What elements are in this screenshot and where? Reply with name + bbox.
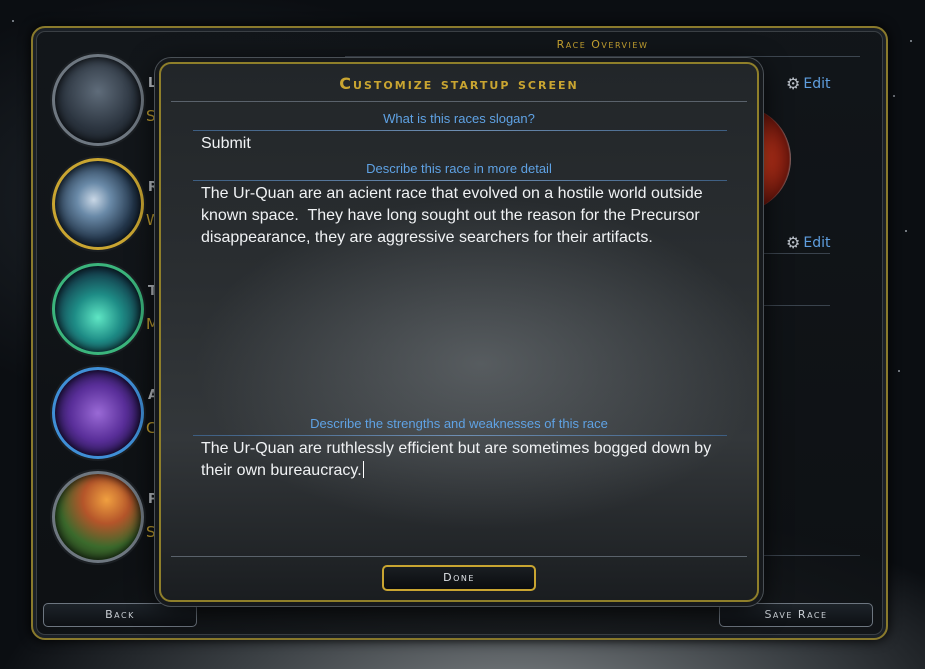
leader-portrait-icon (52, 54, 144, 146)
sidebar-item-technology[interactable] (52, 263, 144, 355)
divider (171, 101, 747, 102)
ships-icon (52, 367, 144, 459)
detail-label: Describe this race in more detail (366, 161, 552, 176)
star (910, 40, 912, 42)
edit-label: Edit (803, 234, 831, 251)
star (905, 230, 907, 232)
divider (750, 555, 860, 556)
sidebar-item-label: A (148, 388, 159, 403)
edit-link-top[interactable]: ⚙ Edit (786, 74, 830, 93)
sidebar-item-label: P (148, 492, 158, 507)
edit-link-middle[interactable]: ⚙ Edit (786, 233, 830, 252)
sidebar-item-leader[interactable] (52, 54, 144, 146)
strengths-text: The Ur-Quan are ruthlessly efficient but… (201, 440, 716, 479)
strengths-textarea[interactable]: The Ur-Quan are ruthlessly efficient but… (201, 438, 726, 548)
technology-flask-icon (52, 263, 144, 355)
field-divider (193, 435, 727, 436)
done-button[interactable]: Done (382, 565, 536, 591)
star (898, 370, 900, 372)
star (12, 20, 14, 22)
race-planet-icon (52, 158, 144, 250)
slogan-label: What is this races slogan? (383, 111, 535, 126)
back-button[interactable]: Back (43, 603, 197, 627)
sidebar-item-planet[interactable] (52, 471, 144, 563)
dialog-title: Customize startup screen (339, 74, 579, 93)
divider (750, 253, 830, 254)
field-divider (193, 180, 727, 181)
race-overview-title: Race Overview (345, 34, 860, 57)
divider (750, 305, 830, 306)
sidebar-item-label: T (148, 284, 157, 299)
sidebar-item-abilities[interactable] (52, 367, 144, 459)
sidebar-item-race[interactable] (52, 158, 144, 250)
strengths-label: Describe the strengths and weaknesses of… (310, 416, 608, 431)
star (893, 95, 895, 97)
edit-label: Edit (803, 75, 831, 92)
gear-icon: ⚙ (786, 233, 801, 252)
homeworld-planet-icon (52, 471, 144, 563)
divider (171, 556, 747, 557)
gear-icon: ⚙ (786, 74, 801, 93)
slogan-input[interactable]: Submit (201, 133, 726, 155)
sidebar-item-label: R (148, 180, 159, 195)
save-race-button[interactable]: Save Race (719, 603, 873, 627)
sidebar-item-subtext: M (146, 315, 159, 333)
customize-startup-dialog: Customize startup screen What is this ra… (159, 62, 759, 602)
field-divider (193, 130, 727, 131)
text-caret (362, 461, 364, 478)
detail-textarea[interactable]: The Ur-Quan are an acient race that evol… (201, 183, 726, 408)
